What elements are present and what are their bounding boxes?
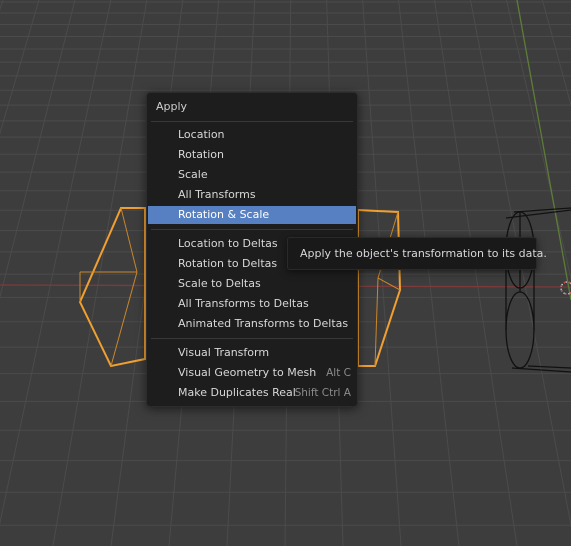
tooltip-text: Apply the object's transformation to its… — [300, 247, 547, 260]
menu-item-location[interactable]: Location — [148, 126, 356, 144]
menu-item-label: Location to Deltas — [178, 237, 278, 250]
menu-item-rotation[interactable]: Rotation — [148, 146, 356, 164]
menu-item-label: Make Duplicates Real — [178, 386, 296, 399]
menu-item-label: Rotation to Deltas — [178, 257, 278, 270]
menu-item-all-transforms-to-deltas[interactable]: All Transforms to Deltas — [148, 295, 356, 313]
tooltip: Apply the object's transformation to its… — [287, 237, 547, 270]
menu-item-scale[interactable]: Scale — [148, 166, 356, 184]
menu-item-make-duplicates-real[interactable]: Make Duplicates Real Shift Ctrl A — [148, 384, 356, 402]
menu-item-label: Scale — [178, 168, 208, 181]
menu-separator — [151, 229, 353, 230]
menu-item-label: Animated Transforms to Deltas — [178, 317, 349, 330]
menu-item-animated-transforms-to-deltas[interactable]: Animated Transforms to Deltas — [148, 315, 356, 333]
menu-separator — [151, 121, 353, 122]
menu-item-label: Rotation & Scale — [178, 208, 270, 221]
menu-separator — [151, 338, 353, 339]
menu-item-label: All Transforms — [178, 188, 256, 201]
menu-item-label: All Transforms to Deltas — [178, 297, 309, 310]
menu-item-scale-to-deltas[interactable]: Scale to Deltas — [148, 275, 356, 293]
menu-item-shortcut: Alt C — [326, 367, 351, 379]
menu-item-visual-geometry-to-mesh[interactable]: Visual Geometry to Mesh Alt C — [148, 364, 356, 382]
menu-title: Apply — [156, 100, 188, 113]
menu-item-all-transforms[interactable]: All Transforms — [148, 186, 356, 204]
menu-item-label: Scale to Deltas — [178, 277, 261, 290]
menu-item-shortcut: Shift Ctrl A — [294, 387, 351, 399]
menu-item-visual-transform[interactable]: Visual Transform — [148, 344, 356, 362]
menu-item-label: Visual Geometry to Mesh — [178, 366, 317, 379]
menu-item-label: Rotation — [178, 148, 225, 161]
menu-item-label: Location — [178, 128, 225, 141]
menu-item-rotation-and-scale[interactable]: Rotation & Scale — [148, 206, 356, 224]
menu-item-label: Visual Transform — [178, 346, 270, 359]
